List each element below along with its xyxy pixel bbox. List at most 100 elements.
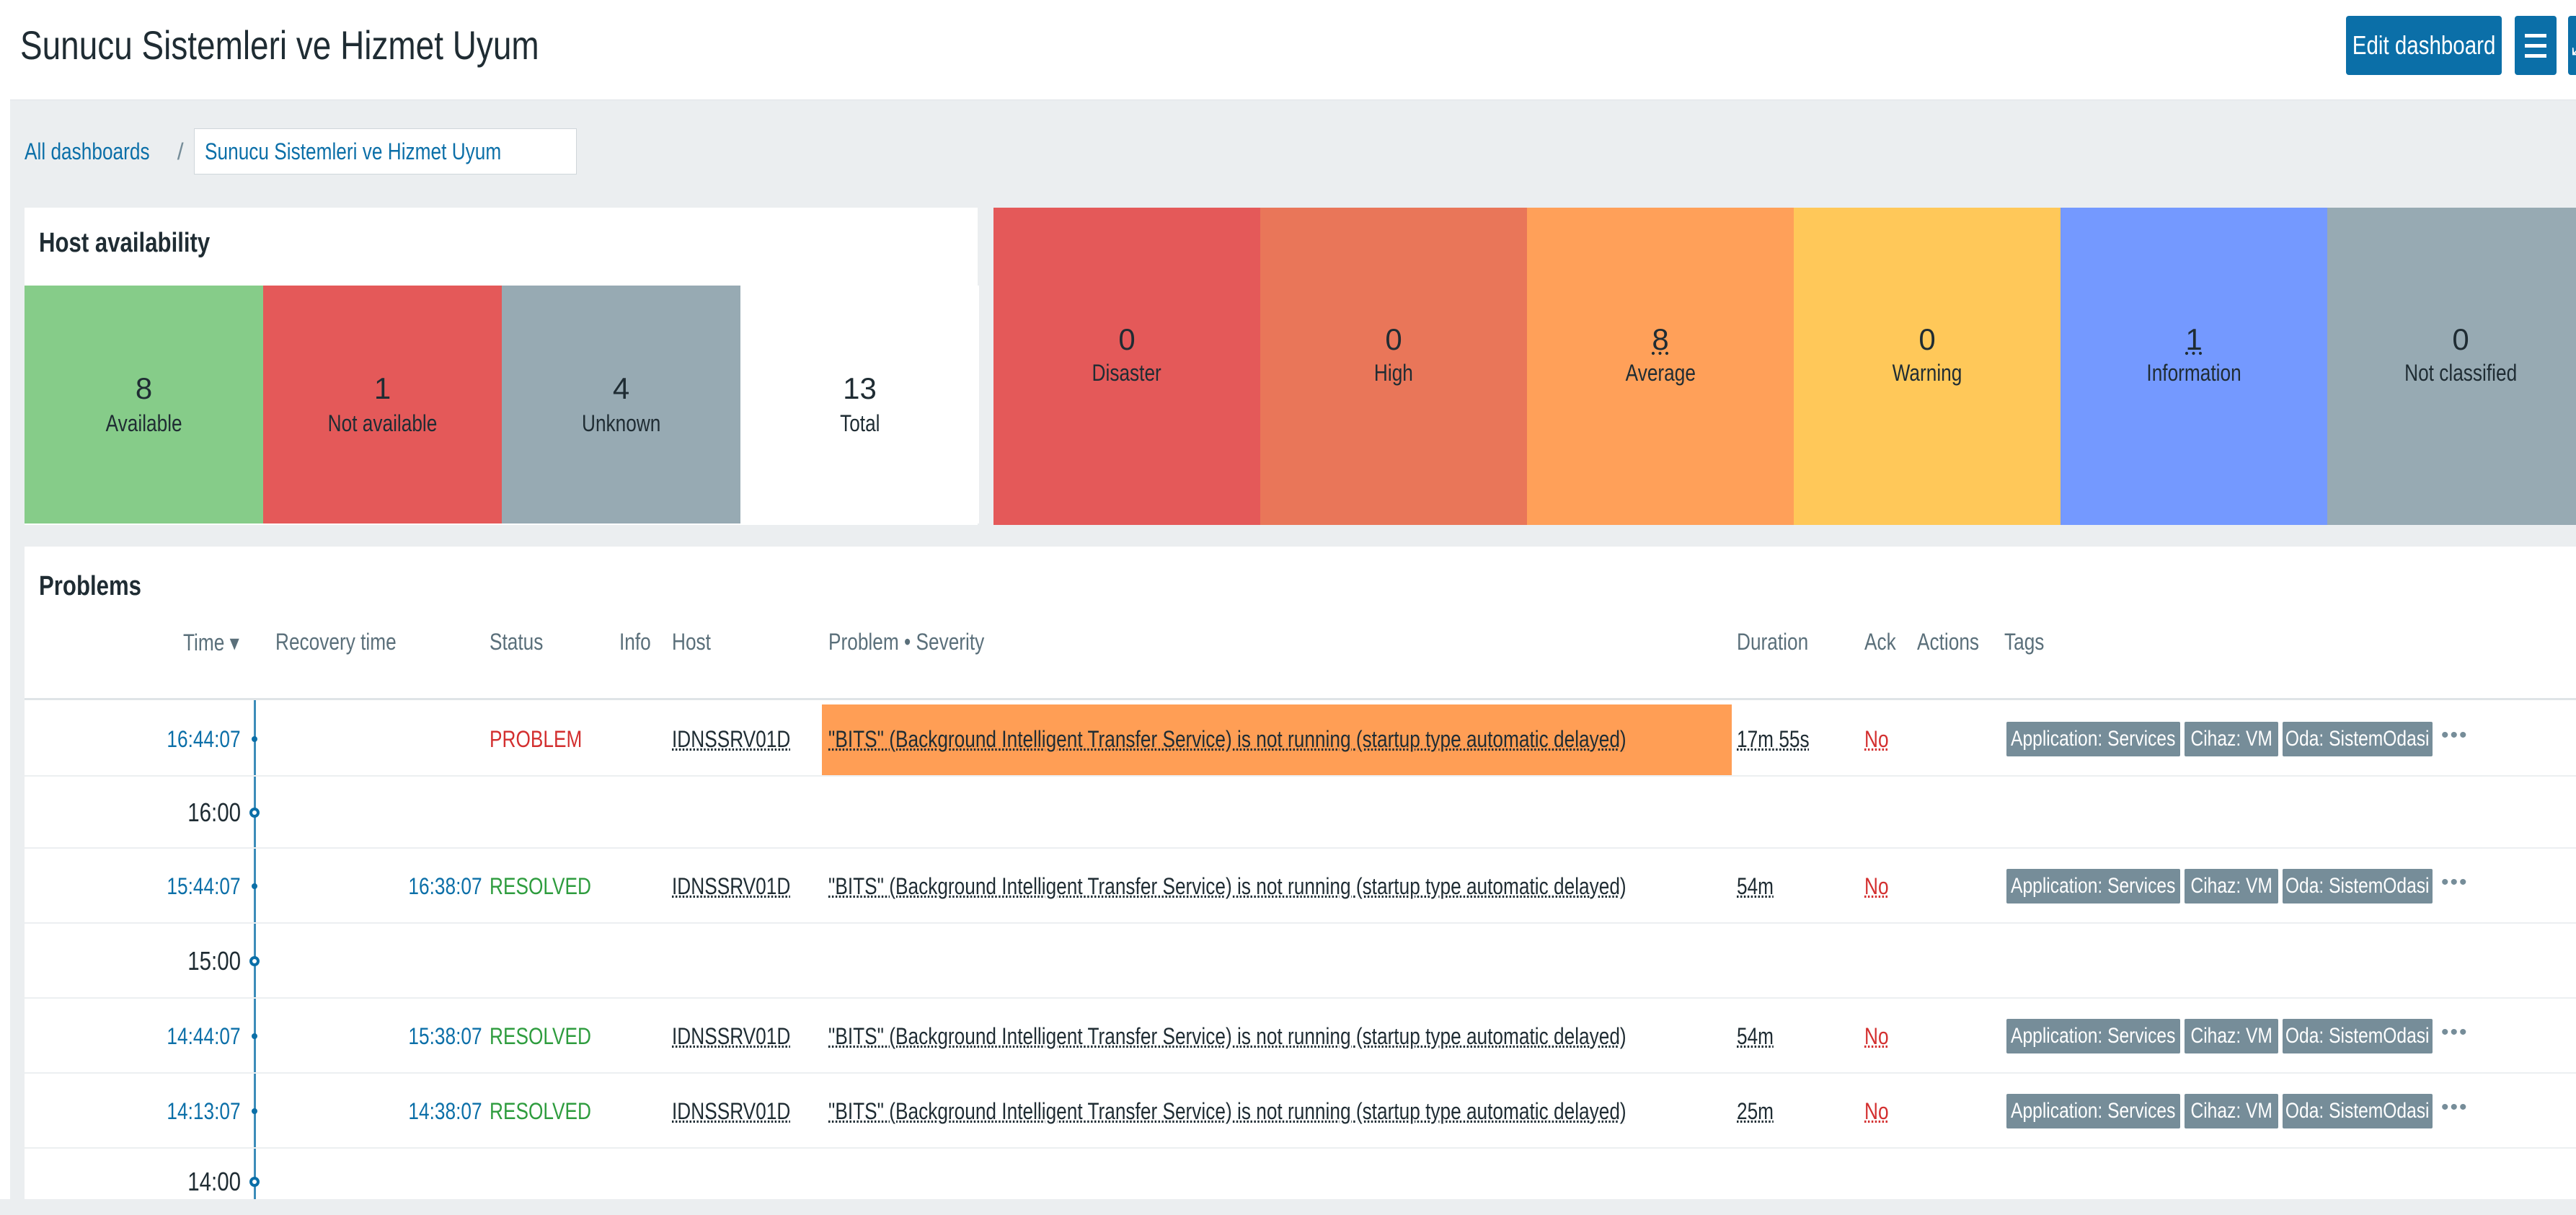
column-header-problem-severity[interactable]: Problem • Severity: [828, 629, 1019, 655]
recovery-time-link[interactable]: 15:38:07: [392, 999, 482, 1074]
host-link[interactable]: IDNSSRV01D: [672, 702, 816, 777]
host-link[interactable]: IDNSSRV01D: [672, 1074, 816, 1149]
tag-application[interactable]: Application: Services: [2006, 1094, 2180, 1128]
widget-title: Host availability: [39, 228, 211, 258]
table-header-divider: [25, 698, 2576, 700]
table-row: 14:44:07 15:38:07 RESOLVED IDNSSRV01D "B…: [25, 999, 2576, 1074]
tag-room[interactable]: Oda: SistemOdasi: [2283, 1019, 2433, 1053]
host-status-label: Unknown: [581, 410, 661, 436]
column-header-host[interactable]: Host: [672, 629, 720, 655]
severity-label: Not classified: [2404, 360, 2518, 386]
duration-link[interactable]: 54m: [1737, 999, 1781, 1074]
problem-time-link[interactable]: 14:44:07: [161, 999, 241, 1074]
duration-link[interactable]: 54m: [1737, 849, 1781, 924]
severity-average-cell[interactable]: 8 Average: [1527, 208, 1794, 525]
host-availability-widget: Host availability 8 Available 1 Not avai…: [25, 208, 979, 525]
ack-link[interactable]: No: [1864, 849, 1894, 924]
column-header-info: Info: [619, 629, 651, 655]
severity-label: Information: [2146, 360, 2241, 386]
host-unknown-cell[interactable]: 4 Unknown: [502, 286, 740, 523]
ack-link[interactable]: No: [1864, 1074, 1894, 1149]
tag-device[interactable]: Cihaz: VM: [2185, 722, 2278, 756]
host-not-available-cell[interactable]: 1 Not available: [263, 286, 502, 523]
more-tags-icon[interactable]: •••: [2441, 723, 2469, 748]
table-row: 16:44:07 PROBLEM IDNSSRV01D "BITS" (Back…: [25, 702, 2576, 777]
duration-link[interactable]: 17m 55s: [1737, 702, 1825, 777]
tag-application[interactable]: Application: Services: [2006, 722, 2180, 756]
column-header-ack: Ack: [1864, 629, 1896, 655]
tag-device[interactable]: Cihaz: VM: [2185, 1019, 2278, 1053]
timeline-dot: [252, 736, 257, 742]
column-header-duration: Duration: [1737, 629, 1809, 655]
breadcrumb-all-dashboards[interactable]: All dashboards: [25, 138, 177, 165]
dashboard-header: Sunucu Sistemleri ve Hizmet Uyum Edit da…: [10, 0, 2576, 100]
ack-link[interactable]: No: [1864, 702, 1894, 777]
problem-time-link[interactable]: 16:44:07: [161, 702, 241, 777]
severity-label: High: [1374, 360, 1413, 386]
timeline-hour-label: 15:00: [187, 946, 241, 976]
more-tags-icon[interactable]: •••: [2441, 1095, 2469, 1120]
hamburger-menu-icon[interactable]: [2515, 16, 2557, 75]
severity-label: Warning: [1892, 360, 1962, 386]
status-label: RESOLVED: [490, 1022, 591, 1049]
more-tags-icon[interactable]: •••: [2441, 1020, 2469, 1045]
column-header-time[interactable]: Time ▾: [183, 629, 252, 656]
problem-description-link[interactable]: "BITS" (Background Intelligent Transfer …: [828, 999, 1802, 1074]
page-title: Sunucu Sistemleri ve Hizmet Uyum: [20, 22, 539, 68]
problem-time-link[interactable]: 15:44:07: [161, 849, 241, 924]
tag-device[interactable]: Cihaz: VM: [2185, 869, 2278, 903]
severity-disaster-cell[interactable]: 0 Disaster: [993, 208, 1260, 525]
severity-count-link[interactable]: 1: [2185, 322, 2202, 358]
problem-description-link[interactable]: "BITS" (Background Intelligent Transfer …: [828, 849, 1802, 924]
severity-high-cell[interactable]: 0 High: [1260, 208, 1527, 525]
timeline-hour-row: 15:00: [25, 924, 2576, 999]
ack-link[interactable]: No: [1864, 999, 1894, 1074]
fullscreen-icon[interactable]: ⤢: [2568, 16, 2576, 75]
tag-room[interactable]: Oda: SistemOdasi: [2283, 722, 2433, 756]
timeline-dot: [252, 1108, 257, 1114]
problems-widget: Problems Time ▾ Recovery time Status Inf…: [25, 547, 2576, 1199]
host-count: 13: [843, 371, 877, 405]
duration-link[interactable]: 25m: [1737, 1074, 1781, 1149]
severity-warning-cell[interactable]: 0 Warning: [1794, 208, 2061, 525]
status-label: PROBLEM: [490, 725, 583, 752]
problem-description-link[interactable]: "BITS" (Background Intelligent Transfer …: [828, 1074, 1802, 1149]
host-link[interactable]: IDNSSRV01D: [672, 849, 816, 924]
timeline-hour-label: 14:00: [187, 1167, 241, 1196]
timeline-dot: [252, 883, 257, 889]
tag-room[interactable]: Oda: SistemOdasi: [2283, 869, 2433, 903]
breadcrumb-current-dashboard[interactable]: Sunucu Sistemleri ve Hizmet Uyum: [193, 128, 577, 174]
edit-dashboard-button[interactable]: Edit dashboard: [2346, 16, 2502, 75]
severity-count-link[interactable]: 8: [1652, 322, 1668, 358]
recovery-time-link[interactable]: 16:38:07: [392, 849, 482, 924]
host-count: 1: [373, 371, 391, 405]
host-available-cell[interactable]: 8 Available: [25, 286, 263, 523]
problem-time-link[interactable]: 14:13:07: [161, 1074, 241, 1149]
widget-title: Problems: [39, 571, 142, 601]
recovery-time-link[interactable]: 14:38:07: [392, 1074, 482, 1149]
host-status-label: Total: [839, 410, 880, 436]
breadcrumb: All dashboards / Sunucu Sistemleri ve Hi…: [25, 128, 577, 174]
tag-room[interactable]: Oda: SistemOdasi: [2283, 1094, 2433, 1128]
timeline-hour-row: 14:00: [25, 1149, 2576, 1199]
host-total-cell: 13 Total: [740, 286, 979, 523]
timeline-hour-marker: [249, 808, 260, 818]
host-status-label: Not available: [327, 410, 438, 436]
status-label: RESOLVED: [490, 1097, 591, 1124]
window-left-edge: [0, 0, 10, 1199]
severity-count: 0: [1385, 322, 1402, 356]
severity-information-cell[interactable]: 1 Information: [2061, 208, 2327, 525]
tag-application[interactable]: Application: Services: [2006, 1019, 2180, 1053]
severity-count: 0: [1118, 322, 1136, 356]
host-link[interactable]: IDNSSRV01D: [672, 999, 816, 1074]
problem-description-link[interactable]: "BITS" (Background Intelligent Transfer …: [828, 702, 1802, 777]
tag-application[interactable]: Application: Services: [2006, 869, 2180, 903]
host-count: 4: [612, 371, 630, 405]
host-status-label: Available: [105, 410, 182, 436]
severity-not-classified-cell[interactable]: 0 Not classified: [2327, 208, 2576, 525]
more-tags-icon[interactable]: •••: [2441, 870, 2469, 895]
column-header-actions: Actions: [1917, 629, 1980, 655]
column-header-tags: Tags: [2004, 629, 2045, 655]
severity-count: 0: [1918, 322, 1936, 356]
tag-device[interactable]: Cihaz: VM: [2185, 1094, 2278, 1128]
